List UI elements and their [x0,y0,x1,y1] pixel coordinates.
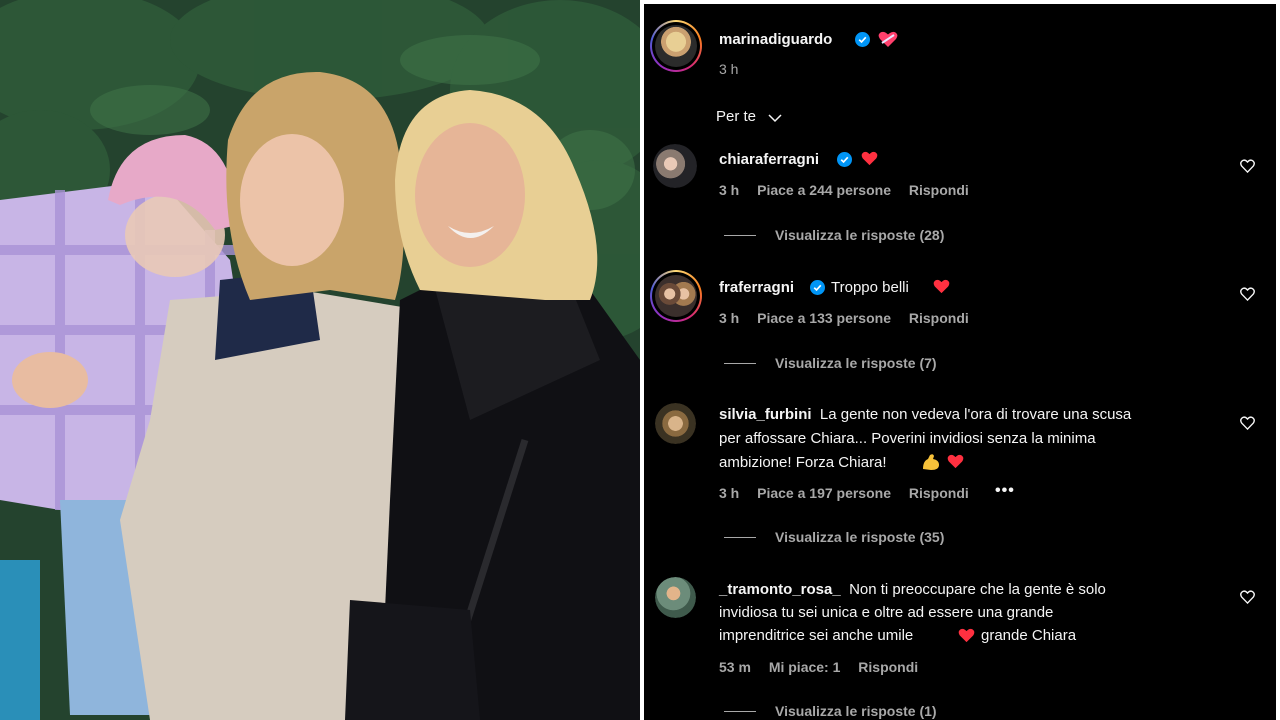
comment-text: per affossare Chiara... Poverini invidio… [719,430,1096,447]
view-replies-button[interactable]: Visualizza le risposte (7) [775,355,937,371]
red-heart-emoji-icon [933,279,950,294]
comment-time: 3 h [719,485,740,501]
heart-outline-icon[interactable] [1240,590,1255,604]
view-replies-button[interactable]: Visualizza le risposte (1) [775,703,937,719]
sort-label: Per te [716,108,757,125]
comment-text: Troppo belli [831,279,909,296]
heart-with-ribbon-emoji-icon [878,31,898,47]
flexed-biceps-emoji-icon [923,454,939,470]
comment-meta: 3 h Piace a 197 persone Rispondi [719,485,983,501]
verified-badge-icon [837,152,852,167]
comment-text: Non ti preoccupare che la gente è solo [849,581,1106,598]
replies-line [724,537,756,538]
reply-button[interactable]: Rispondi [858,659,918,675]
comment-text: imprenditrice sei anche umile [719,627,914,644]
comment-likes[interactable]: Piace a 244 persone [757,182,891,198]
replies-line [724,235,756,236]
comment-username[interactable]: silvia_furbini [719,406,812,423]
red-heart-emoji-icon [958,628,975,643]
sort-selector[interactable]: Per te [716,108,782,128]
heart-outline-icon[interactable] [1240,159,1255,173]
comment-text: grande Chiara [981,627,1077,644]
comment-username[interactable]: fraferragni [719,279,794,296]
comment-likes[interactable]: Mi piace: 1 [769,659,841,675]
commenter-avatar[interactable] [653,144,697,188]
author-avatar[interactable] [650,20,702,72]
comment-text: ambizione! Forza Chiara! [719,454,887,471]
comment-likes[interactable]: Piace a 197 persone [757,485,891,501]
commenter-avatar[interactable] [655,577,696,618]
comments-panel: marinadiguardo 3 h Per te chiaraferragni… [644,4,1276,720]
comment-meta: 3 h Piace a 244 persone Rispondi [719,182,983,198]
replies-line [724,711,756,712]
post-time: 3 h [719,61,739,77]
comment-meta: 53 m Mi piace: 1 Rispondi [719,659,932,675]
comment-time: 3 h [719,182,740,198]
view-replies-button[interactable]: Visualizza le risposte (35) [775,529,944,545]
verified-badge-icon [855,32,870,47]
heart-outline-icon[interactable] [1240,287,1255,301]
author-avatar-image [655,25,697,67]
comment-username[interactable]: _tramonto_rosa_ [719,581,841,598]
post-photo-illustration [0,0,640,720]
chevron-down-icon [768,114,782,123]
verified-badge-icon [810,280,825,295]
comment-text-line: _tramonto_rosa_ Non ti preoccupare che l… [719,578,1106,601]
comment-likes[interactable]: Piace a 133 persone [757,310,891,326]
view-replies-button[interactable]: Visualizza le risposte (28) [775,227,944,243]
commenter-avatar[interactable] [655,403,696,444]
heart-outline-icon[interactable] [1240,416,1255,430]
comment-meta: 3 h Piace a 133 persone Rispondi [719,310,983,326]
post-photo [0,0,640,720]
commenter-avatar-image [655,275,697,317]
comment-username[interactable]: chiaraferragni [719,151,819,168]
comment-text: invidiosa tu sei unica e oltre ad essere… [719,604,1054,621]
red-heart-emoji-icon [861,151,878,166]
post-author-username[interactable]: marinadiguardo [719,31,832,48]
reply-button[interactable]: Rispondi [909,182,969,198]
commenter-avatar[interactable] [650,270,702,322]
reply-button[interactable]: Rispondi [909,485,969,501]
more-options-button[interactable]: ••• [995,482,1015,500]
replies-line [724,363,756,364]
reply-button[interactable]: Rispondi [909,310,969,326]
comment-text-line: silvia_furbini La gente non vedeva l'ora… [719,403,1131,426]
comment-time: 53 m [719,659,751,675]
red-heart-emoji-icon [947,454,964,469]
comment-time: 3 h [719,310,740,326]
comment-text: La gente non vedeva l'ora di trovare una… [819,406,1132,423]
